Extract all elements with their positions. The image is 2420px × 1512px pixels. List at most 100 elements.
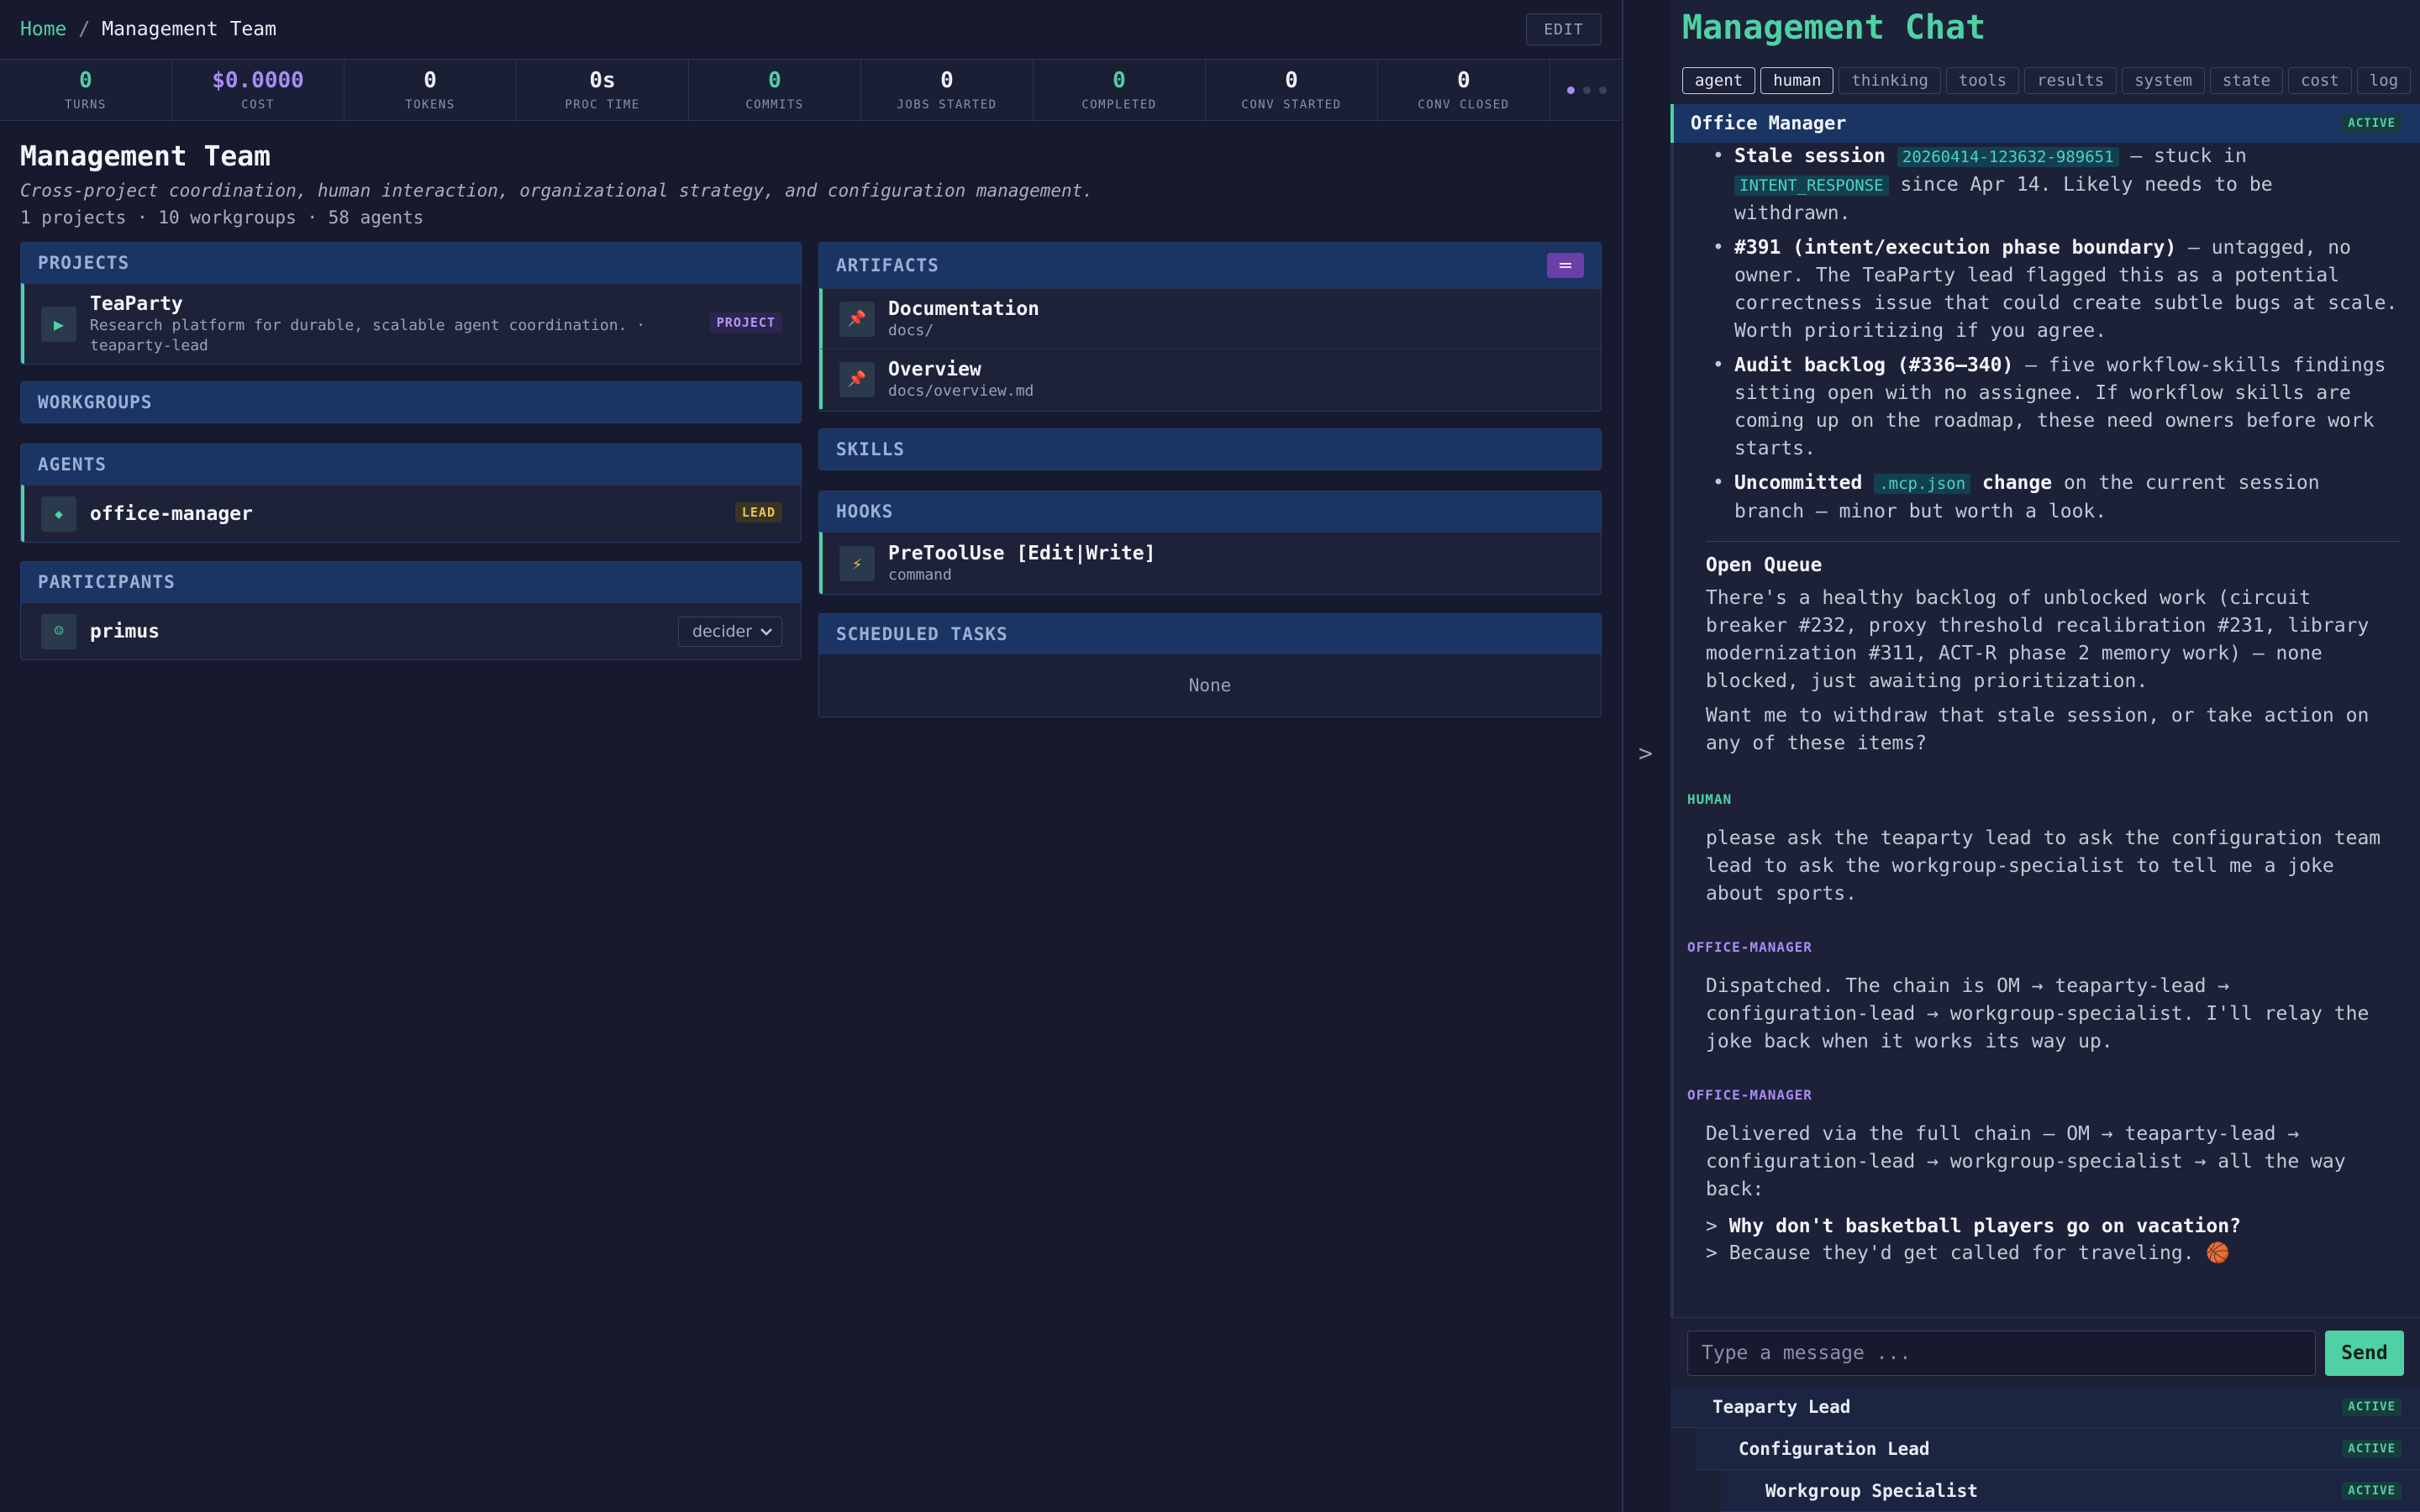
project-badge: PROJECT bbox=[709, 312, 782, 333]
chat-messages[interactable]: Stale session 20260414-123632-989651 — s… bbox=[1670, 143, 2420, 1317]
message-text: please ask the teaparty lead to ask the … bbox=[1706, 827, 2381, 905]
top-bar: Home / Management Team EDIT bbox=[0, 0, 1622, 59]
stat-value: 0 bbox=[1457, 68, 1470, 93]
artifact-row[interactable]: 📌 Overview docs/overview.md bbox=[819, 349, 1601, 409]
filter-human[interactable]: human bbox=[1760, 67, 1834, 94]
panel-header: AGENTS bbox=[21, 444, 801, 485]
artifacts-menu-button[interactable] bbox=[1547, 253, 1584, 278]
message-text: Dispatched. The chain is OM → teaparty-l… bbox=[1706, 975, 2370, 1053]
sender-label: OFFICE-MANAGER bbox=[1687, 1087, 1812, 1103]
status-badge: ACTIVE bbox=[2342, 114, 2402, 133]
list-item: Audit backlog (#336–340) — five workflow… bbox=[1709, 352, 2398, 463]
open-queue-title: Open Queue bbox=[1706, 554, 1823, 576]
sub-conversation-workgroup-specialist[interactable]: Workgroup Specialist ACTIVE bbox=[1721, 1470, 2420, 1512]
stat-label: COMMITS bbox=[745, 98, 804, 112]
send-button[interactable]: Send bbox=[2325, 1331, 2404, 1376]
sub-conversation-name: Workgroup Specialist bbox=[1765, 1480, 1978, 1501]
stat-label: COST bbox=[241, 98, 275, 112]
joke-question-text: Why don't basketball players go on vacat… bbox=[1728, 1215, 2241, 1237]
stat-value: $0.0000 bbox=[212, 68, 304, 93]
agent-row[interactable]: ◆ office-manager LEAD bbox=[21, 485, 801, 542]
chevron-down-icon bbox=[760, 628, 772, 636]
stat-value: 0 bbox=[79, 68, 92, 93]
collapse-chat-button[interactable]: > bbox=[1639, 739, 1653, 767]
filter-system[interactable]: system bbox=[2122, 67, 2205, 94]
filter-state[interactable]: state bbox=[2209, 67, 2284, 94]
pager-dot[interactable] bbox=[1567, 86, 1575, 94]
conversation-name: Office Manager bbox=[1691, 113, 1847, 134]
diamond-icon: ◆ bbox=[41, 496, 76, 532]
role-select-value: decider bbox=[692, 622, 753, 641]
panel-header-label: ARTIFACTS bbox=[836, 255, 939, 276]
bullet-bold: Audit backlog (#336–340) bbox=[1734, 354, 2014, 376]
participant-row[interactable]: ☺ primus decider bbox=[21, 602, 801, 659]
breadcrumb-home[interactable]: Home bbox=[20, 18, 66, 40]
inline-code: .mcp.json bbox=[1874, 474, 1971, 494]
agent-text: office-manager bbox=[90, 503, 253, 525]
list-item: Uncommitted .mcp.json change on the curr… bbox=[1709, 470, 2398, 526]
panel-header: WORKGROUPS bbox=[21, 382, 801, 423]
stat-value: 0 bbox=[940, 68, 954, 93]
hooks-panel: HOOKS ⚡ PreToolUse [Edit|Write] command bbox=[818, 491, 1602, 595]
hook-type: command bbox=[888, 565, 952, 584]
sub-conversation-configuration-lead[interactable]: Configuration Lead ACTIVE bbox=[1696, 1428, 2420, 1470]
pin-icon: 📌 bbox=[839, 301, 875, 337]
breadcrumb-current: Management Team bbox=[102, 18, 276, 40]
stat-turns: 0 TURNS bbox=[0, 60, 172, 120]
filter-agent[interactable]: agent bbox=[1682, 67, 1756, 94]
workgroups-panel[interactable]: WORKGROUPS bbox=[20, 381, 802, 423]
status-badge: ACTIVE bbox=[2342, 1439, 2402, 1458]
filter-log[interactable]: log bbox=[2356, 67, 2412, 94]
edit-button[interactable]: EDIT bbox=[1526, 13, 1602, 45]
role-select[interactable]: decider bbox=[678, 617, 782, 647]
sub-conversation-teaparty-lead[interactable]: Teaparty Lead ACTIVE bbox=[1670, 1386, 2420, 1428]
hook-text: PreToolUse [Edit|Write] command bbox=[888, 543, 1156, 585]
artifact-name: Documentation bbox=[888, 297, 1040, 320]
page-title: Management Team bbox=[20, 139, 271, 172]
status-badge: ACTIVE bbox=[2342, 1397, 2402, 1416]
project-description: Research platform for durable, scalable … bbox=[90, 316, 646, 334]
stat-label: TOKENS bbox=[405, 98, 455, 112]
bullet-text: — stuck in bbox=[2118, 145, 2247, 167]
artifact-row[interactable]: 📌 Documentation docs/ bbox=[819, 288, 1601, 349]
filter-cost[interactable]: cost bbox=[2288, 67, 2352, 94]
stat-value: 0 bbox=[424, 68, 437, 93]
message-filters: agent human thinking tools results syste… bbox=[1682, 67, 2412, 94]
stat-label: PROC TIME bbox=[565, 98, 640, 112]
chat-title: Management Chat bbox=[1682, 8, 1986, 47]
agent-name: office-manager bbox=[90, 502, 253, 525]
participant-name: primus bbox=[90, 620, 160, 643]
pager-dot[interactable] bbox=[1583, 86, 1591, 94]
pager-dot[interactable] bbox=[1599, 86, 1607, 94]
sender-label: OFFICE-MANAGER bbox=[1687, 939, 1812, 955]
conversation-header[interactable]: Office Manager ACTIVE bbox=[1670, 104, 2420, 143]
status-badge: ACTIVE bbox=[2342, 1481, 2402, 1500]
divider-line bbox=[1706, 541, 2400, 542]
stat-cost: $0.0000 COST bbox=[172, 60, 345, 120]
stat-label: CONV STARTED bbox=[1241, 98, 1342, 112]
sender-label: HUMAN bbox=[1687, 791, 1733, 807]
panel-header: SCHEDULED TASKS bbox=[819, 614, 1601, 654]
filter-tools[interactable]: tools bbox=[1945, 67, 2020, 94]
message-text: Delivered via the full chain — OM → teap… bbox=[1706, 1123, 2346, 1200]
hook-row[interactable]: ⚡ PreToolUse [Edit|Write] command bbox=[819, 532, 1601, 594]
team-description: Cross-project coordination, human intera… bbox=[20, 181, 1093, 201]
lightning-icon: ⚡ bbox=[839, 545, 875, 581]
filter-thinking[interactable]: thinking bbox=[1839, 67, 1941, 94]
agents-panel: AGENTS ◆ office-manager LEAD bbox=[20, 444, 802, 543]
panel-header: ARTIFACTS bbox=[819, 243, 1601, 288]
open-queue-text: There's a healthy backlog of unblocked w… bbox=[1706, 587, 2370, 692]
stats-pager[interactable] bbox=[1550, 60, 1607, 120]
message-composer: Send bbox=[1670, 1317, 2420, 1386]
filter-results[interactable]: results bbox=[2024, 67, 2118, 94]
message-input[interactable] bbox=[1687, 1331, 2316, 1376]
participants-panel: PARTICIPANTS ☺ primus decider bbox=[20, 561, 802, 660]
stat-label: COMPLETED bbox=[1081, 98, 1157, 112]
artifact-name: Overview bbox=[888, 358, 981, 381]
skills-panel[interactable]: SKILLS bbox=[818, 428, 1602, 470]
panel-header: PROJECTS bbox=[21, 243, 801, 283]
chat-panel: Management Chat agent human thinking too… bbox=[1670, 0, 2420, 1512]
artifact-text: Documentation docs/ bbox=[888, 298, 1039, 340]
stat-value: 0 bbox=[1285, 68, 1298, 93]
project-row[interactable]: ▶ TeaParty Research platform for durable… bbox=[21, 283, 801, 364]
